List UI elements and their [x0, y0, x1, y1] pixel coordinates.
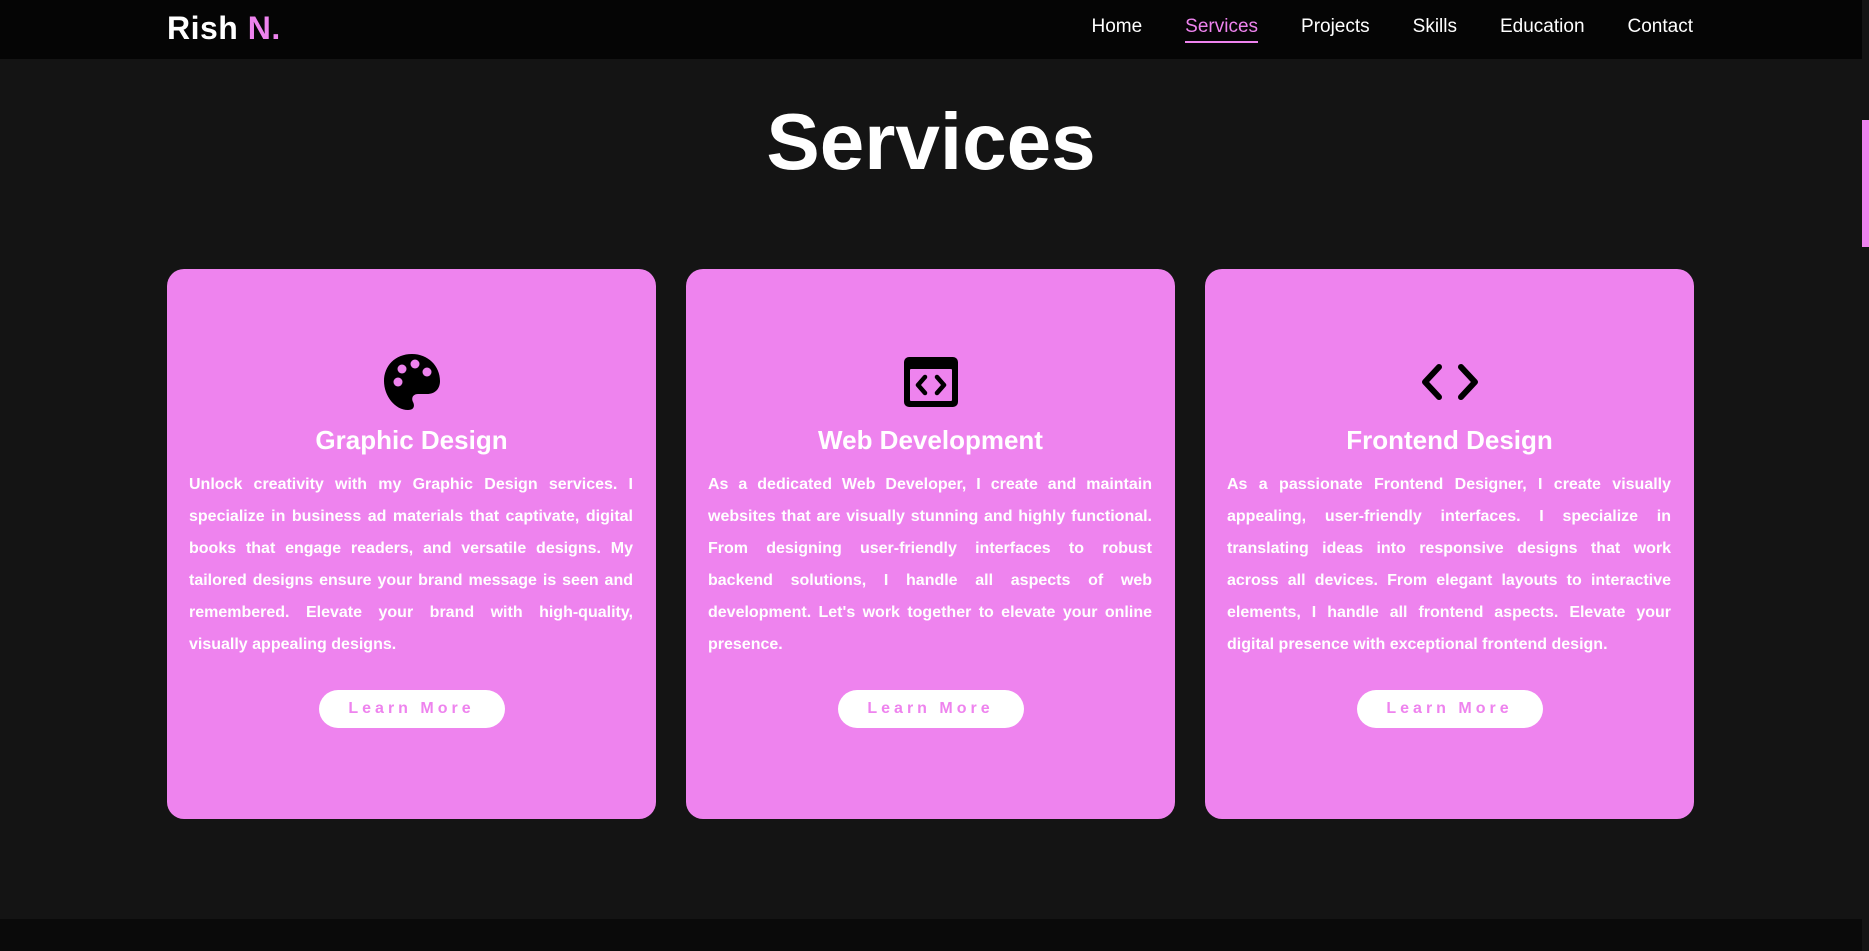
nav-link-projects[interactable]: Projects — [1301, 16, 1370, 43]
learn-more-button[interactable]: Learn More — [318, 690, 505, 728]
nav-link-skills[interactable]: Skills — [1413, 16, 1457, 43]
code-brackets-icon — [1205, 351, 1694, 413]
scrollbar-track[interactable] — [1862, 0, 1869, 951]
services-cards: Graphic Design Unlock creativity with my… — [167, 269, 1694, 819]
navbar: Rish N. Home Services Projects Skills Ed… — [0, 0, 1862, 59]
nav-links: Home Services Projects Skills Education … — [1091, 16, 1693, 43]
palette-icon — [167, 351, 656, 413]
section-title: Services — [766, 97, 1096, 186]
card-title: Frontend Design — [1346, 425, 1553, 455]
footer-strip — [0, 919, 1862, 951]
card-description: Unlock creativity with my Graphic Design… — [189, 476, 633, 653]
nav-link-education[interactable]: Education — [1500, 16, 1585, 43]
card-description: As a dedicated Web Developer, I create a… — [708, 476, 1152, 653]
brand-name: Rish — [167, 10, 239, 46]
nav-link-contact[interactable]: Contact — [1628, 16, 1693, 43]
nav-link-home[interactable]: Home — [1091, 16, 1142, 43]
code-window-icon — [686, 351, 1175, 413]
nav-link-services[interactable]: Services — [1185, 16, 1259, 43]
card-title: Web Development — [818, 425, 1043, 455]
service-card-frontend-design: Frontend Design As a passionate Frontend… — [1205, 269, 1694, 819]
learn-more-button[interactable]: Learn More — [1356, 690, 1543, 728]
service-card-graphic-design: Graphic Design Unlock creativity with my… — [167, 269, 656, 819]
card-title: Graphic Design — [315, 425, 508, 455]
page: Rish N. Home Services Projects Skills Ed… — [0, 0, 1869, 951]
learn-more-button[interactable]: Learn More — [837, 690, 1024, 728]
brand-accent: N. — [247, 10, 281, 46]
card-description: As a passionate Frontend Designer, I cre… — [1227, 476, 1671, 653]
brand-logo[interactable]: Rish N. — [167, 10, 281, 47]
service-card-web-development: Web Development As a dedicated Web Devel… — [686, 269, 1175, 819]
scrollbar-thumb[interactable] — [1862, 120, 1869, 247]
